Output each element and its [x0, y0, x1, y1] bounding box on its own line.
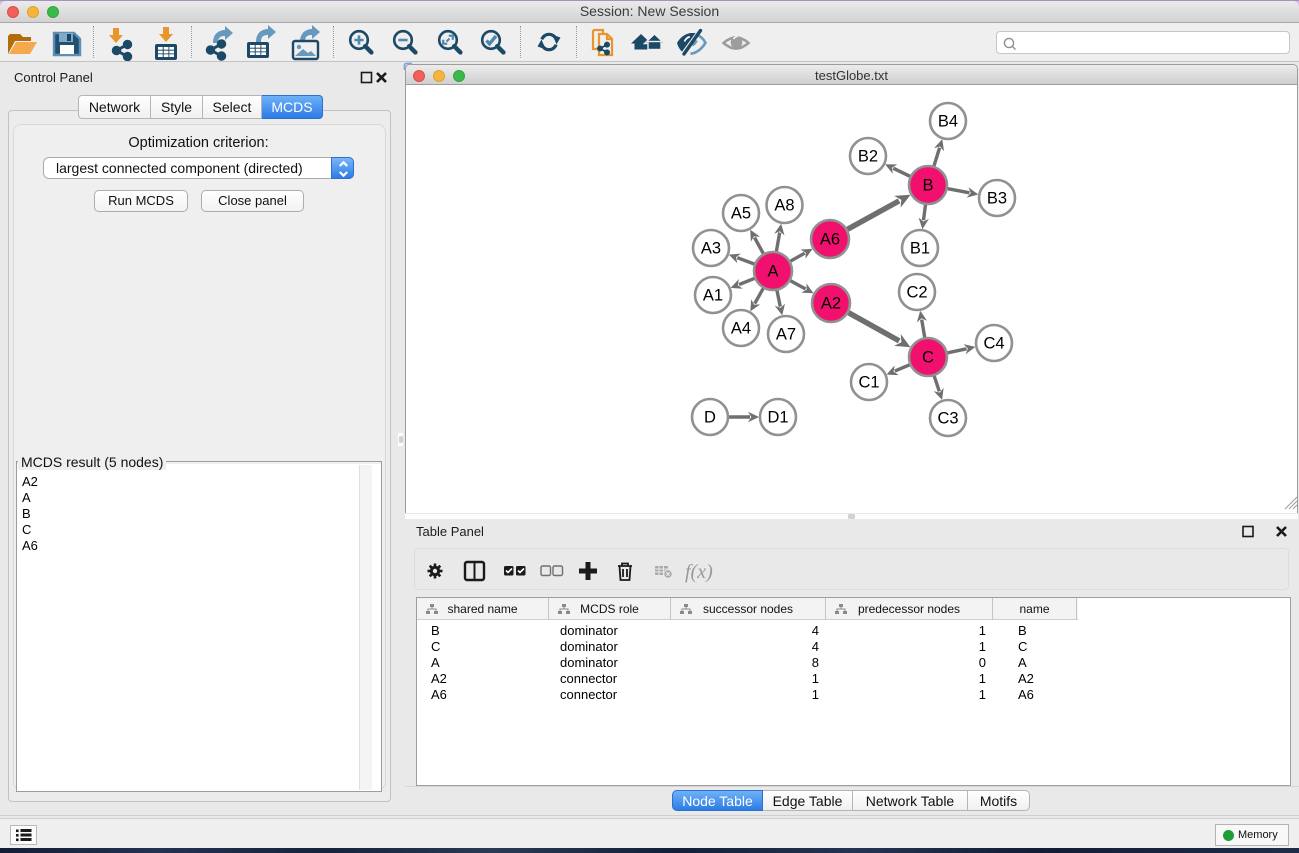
svg-text:C: C [922, 349, 934, 367]
svg-text:C3: C3 [937, 410, 958, 428]
svg-text:C1: C1 [858, 374, 879, 392]
svg-text:A4: A4 [731, 320, 751, 338]
svg-text:A: A [767, 263, 778, 281]
svg-text:A3: A3 [701, 240, 721, 258]
svg-text:B3: B3 [987, 190, 1007, 208]
svg-text:A1: A1 [703, 287, 723, 305]
svg-text:A8: A8 [774, 197, 794, 215]
svg-text:B2: B2 [858, 148, 878, 166]
svg-text:D: D [704, 409, 716, 427]
svg-text:A2: A2 [821, 295, 841, 313]
svg-text:D1: D1 [767, 409, 788, 427]
svg-text:A6: A6 [820, 231, 840, 249]
svg-text:C4: C4 [983, 335, 1004, 353]
svg-text:C2: C2 [906, 284, 927, 302]
svg-text:B4: B4 [938, 113, 958, 131]
svg-text:A7: A7 [776, 326, 796, 344]
svg-text:A5: A5 [731, 205, 751, 223]
svg-text:f(x): f(x) [685, 561, 713, 583]
svg-text:B: B [922, 177, 933, 195]
svg-text:B1: B1 [910, 240, 930, 258]
